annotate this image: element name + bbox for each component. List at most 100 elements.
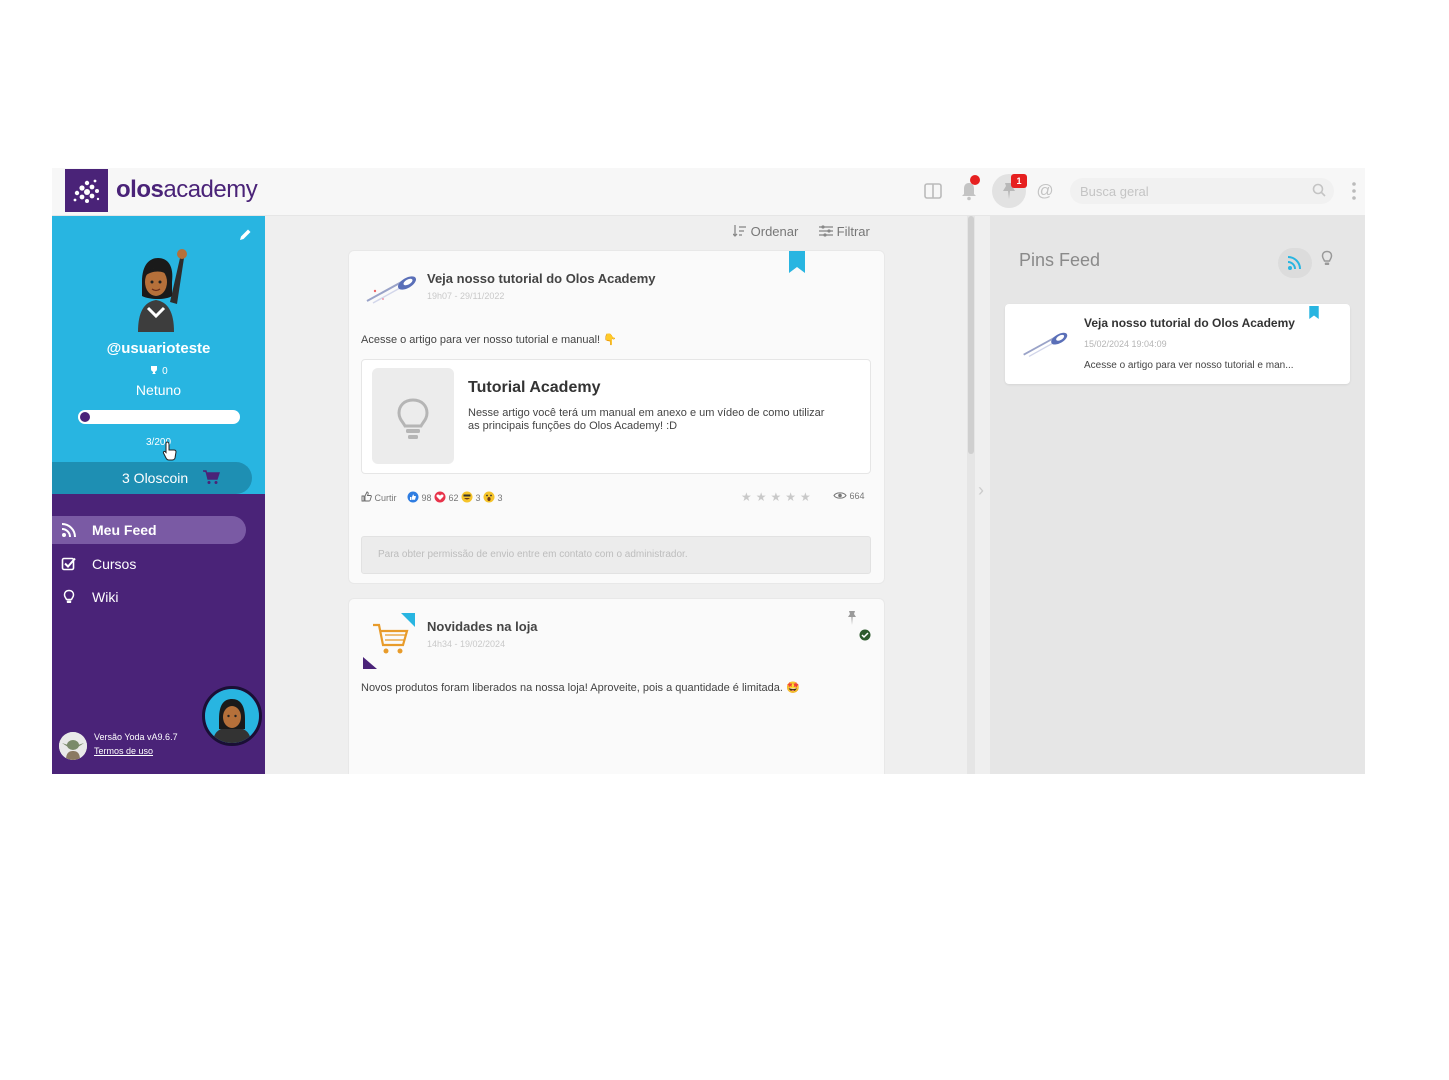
views-value: 664 [849, 491, 865, 501]
search-input[interactable] [1080, 182, 1300, 200]
pinned-post-excerpt: Acesse o artigo para ver nosso tutorial … [1084, 360, 1294, 371]
trophy-count: 0 [52, 365, 265, 377]
username[interactable]: @usuarioteste [52, 340, 265, 357]
sidebar-item-label: Wiki [92, 589, 119, 605]
thumbs-up-icon [361, 491, 372, 502]
trophy-value: 0 [162, 366, 168, 377]
like-button[interactable]: Curtir [361, 491, 397, 503]
reaction-like[interactable]: 98 [407, 491, 432, 503]
avatar[interactable] [122, 236, 192, 332]
rss-icon [61, 523, 76, 538]
brand-name-light: academy [163, 176, 258, 203]
comment-placeholder: Para obter permissão de envio entre em c… [378, 549, 688, 560]
comet-icon [366, 276, 417, 304]
logo-icon[interactable] [65, 169, 108, 212]
scrollbar-thumb[interactable] [968, 216, 974, 454]
bookmark-icon[interactable] [789, 251, 805, 273]
pin-icon[interactable] [847, 611, 857, 625]
search-icon[interactable] [1312, 183, 1326, 197]
reaction-laugh[interactable]: 3 [461, 491, 481, 503]
yoda-avatar [59, 732, 87, 760]
view-count: 664 [833, 491, 865, 501]
filter-button[interactable]: Filtrar [819, 224, 870, 239]
edit-profile-icon[interactable] [238, 228, 252, 242]
article-thumbnail [372, 368, 454, 464]
more-options-icon[interactable] [1350, 180, 1358, 202]
pins-feed-panel: Pins Feed Veja nosso tutorial do Olos Ac… [990, 216, 1365, 774]
rss-icon [1287, 256, 1301, 270]
profile-panel: @usuarioteste 0 Netuno 3/200 3 Oloscoin [52, 216, 265, 494]
top-header: olosacademy 1 @ [52, 168, 1365, 216]
pinned-post-card[interactable]: Veja nosso tutorial do Olos Academy 15/0… [1005, 304, 1350, 384]
level-progress-text: 3/200 [145, 437, 172, 448]
sidebar: @usuarioteste 0 Netuno 3/200 3 Oloscoin … [52, 216, 265, 774]
laugh-count: 3 [475, 493, 481, 503]
bookmark-icon[interactable] [1309, 306, 1319, 319]
filter-icon [819, 225, 833, 237]
checkbox-icon [61, 557, 76, 571]
post-body: Novos produtos foram liberados na nossa … [361, 682, 800, 694]
like-reaction-icon [407, 491, 419, 503]
sort-button[interactable]: Ordenar [732, 224, 799, 239]
oloscoin-bar[interactable]: 3 Oloscoin [52, 462, 252, 494]
cart-icon[interactable] [202, 469, 220, 485]
chevron-right-icon[interactable]: › [978, 480, 984, 501]
trophy-icon [151, 366, 158, 374]
article-title: Tutorial Academy [468, 379, 601, 396]
post-card: Veja nosso tutorial do Olos Academy 19h0… [348, 250, 885, 584]
sidebar-item-meu-feed[interactable]: Meu Feed [52, 516, 246, 544]
comment-input-disabled: Para obter permissão de envio entre em c… [361, 536, 871, 574]
main-feed: Ordenar Filtrar Veja nosso tutorial do O… [265, 216, 975, 774]
app-window: olosacademy 1 @ Busca geral @usuariotest… [52, 168, 1365, 774]
wow-reaction-icon [483, 491, 495, 503]
eye-icon [833, 492, 847, 499]
bulb-icon[interactable] [1320, 250, 1334, 268]
bulb-icon [63, 589, 75, 603]
brand-name-bold: olos [116, 176, 164, 203]
filter-label: Filtrar [836, 224, 870, 239]
like-label: Curtir [374, 493, 397, 503]
love-count: 62 [448, 493, 459, 503]
reaction-wow[interactable]: 3 [483, 491, 503, 503]
assistant-avatar[interactable] [202, 686, 262, 746]
laugh-reaction-icon [461, 491, 473, 503]
like-count: 98 [421, 493, 432, 503]
pins-rss-button[interactable] [1278, 248, 1312, 278]
version-text: Versão Yoda vA9.6.7 [94, 732, 178, 742]
oloscoin-label: 3 Oloscoin [122, 470, 189, 486]
pin-count-badge: 1 [1011, 174, 1027, 188]
post-time: 14h34 - 19/02/2024 [427, 639, 506, 649]
reaction-bar: Curtir 98 62 3 3 ★★★★★ 664 [361, 489, 871, 507]
lightbulb-icon [397, 398, 429, 439]
notification-dot [970, 175, 980, 185]
sidebar-item-label: Meu Feed [92, 522, 157, 538]
pinned-post-title: Veja nosso tutorial do Olos Academy [1084, 316, 1295, 330]
sidebar-item-label: Cursos [92, 556, 137, 572]
wow-count: 3 [497, 493, 503, 503]
terms-link[interactable]: Termos de uso [94, 746, 153, 756]
brand-name: olosacademy [116, 176, 258, 204]
reaction-love[interactable]: 62 [434, 491, 459, 503]
columns-icon[interactable] [922, 180, 944, 202]
post-title[interactable]: Veja nosso tutorial do Olos Academy [427, 271, 656, 286]
sidebar-item-wiki[interactable]: Wiki [52, 583, 246, 611]
rating-stars[interactable]: ★★★★★ [741, 490, 815, 504]
level-progress-bar [78, 410, 240, 424]
pinned-post-time: 15/02/2024 19:04:09 [1084, 339, 1167, 349]
search-bar [1070, 178, 1334, 204]
sort-icon [732, 225, 746, 237]
sort-label: Ordenar [750, 224, 799, 239]
feed-scrollbar[interactable] [967, 216, 975, 774]
check-circle-icon [859, 629, 871, 641]
article-description: Nesse artigo você terá um manual em anex… [468, 407, 825, 432]
comet-icon [1023, 332, 1068, 358]
hand-cursor-icon [162, 441, 177, 461]
post-time: 19h07 - 29/11/2022 [427, 291, 505, 301]
mention-icon[interactable]: @ [1034, 180, 1056, 202]
heart-reaction-icon [434, 491, 446, 503]
sidebar-item-cursos[interactable]: Cursos [52, 550, 246, 578]
shopping-cart-icon [363, 613, 415, 669]
article-embed[interactable]: Tutorial Academy Nesse artigo você terá … [361, 359, 871, 474]
post-card: Novidades na loja 14h34 - 19/02/2024 Nov… [348, 598, 885, 774]
post-title[interactable]: Novidades na loja [427, 619, 538, 634]
